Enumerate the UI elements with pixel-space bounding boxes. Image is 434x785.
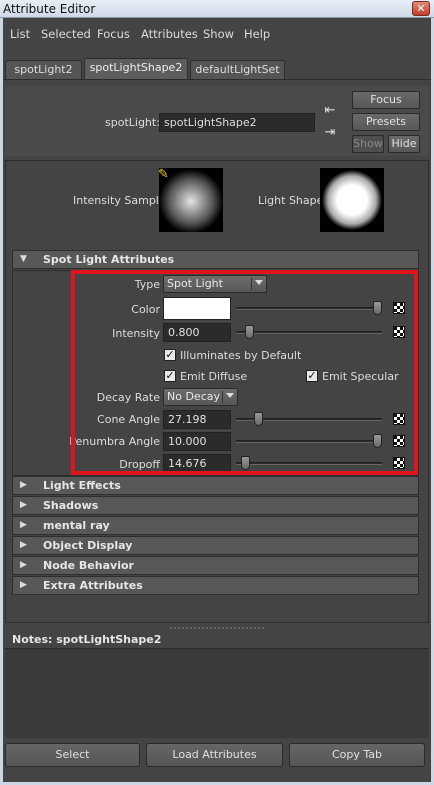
node-name-area: spotLight: spotLightShape2 ⇤ ⇥ Focus Pre… — [5, 86, 429, 156]
tab-spotlight2[interactable]: spotLight2 — [5, 60, 82, 80]
menu-bar: List Selected Focus Attributes Show Help — [3, 19, 431, 49]
menu-list[interactable]: List — [10, 27, 30, 41]
select-button[interactable]: Select — [5, 743, 140, 767]
light-shape-label: Light Shape — [258, 194, 324, 207]
section-title: Light Effects — [43, 479, 121, 492]
expand-arrow-icon: ▶ — [20, 560, 27, 570]
notes-textarea[interactable] — [5, 648, 429, 738]
copy-tab-button[interactable]: Copy Tab — [289, 743, 425, 767]
load-attributes-button[interactable]: Load Attributes — [146, 743, 283, 767]
show-button[interactable]: Show — [352, 135, 384, 153]
node-name-field[interactable]: spotLightShape2 — [159, 113, 315, 132]
hide-button[interactable]: Hide — [388, 135, 420, 153]
node-behavior-header[interactable]: ▶ Node Behavior — [12, 556, 419, 575]
intensity-sample-label: Intensity Sample — [73, 194, 166, 207]
mental-ray-header[interactable]: ▶ mental ray — [12, 516, 419, 535]
window-title: Attribute Editor — [3, 2, 96, 16]
menu-show[interactable]: Show — [203, 27, 234, 41]
section-title: mental ray — [43, 519, 110, 532]
title-bar: Attribute Editor ✕ — [0, 0, 434, 18]
section-title: Extra Attributes — [43, 579, 143, 592]
close-icon[interactable]: ✕ — [412, 1, 430, 16]
tab-bar: spotLight2 spotLightShape2 defaultLightS… — [3, 58, 431, 80]
light-shape-swatch — [320, 168, 384, 232]
section-title: Node Behavior — [43, 559, 134, 572]
expand-arrow-icon: ▶ — [20, 540, 27, 550]
presets-button[interactable]: Presets — [352, 113, 420, 131]
section-title: Spot Light Attributes — [43, 253, 175, 266]
tab-spotlightshape2[interactable]: spotLightShape2 — [84, 58, 188, 80]
output-connection-icon[interactable]: ⇥ — [323, 126, 337, 140]
extra-attributes-header[interactable]: ▶ Extra Attributes — [12, 576, 419, 595]
splitter-handle[interactable] — [170, 627, 264, 630]
node-type-label: spotLight: — [105, 116, 160, 129]
spot-light-attributes-header[interactable]: ▼ Spot Light Attributes — [12, 250, 419, 269]
collapse-arrow-icon: ▼ — [20, 254, 27, 264]
highlight-rectangle — [71, 270, 418, 475]
section-title: Shadows — [43, 499, 99, 512]
focus-button[interactable]: Focus — [352, 91, 420, 109]
expand-arrow-icon: ▶ — [20, 580, 27, 590]
light-effects-header[interactable]: ▶ Light Effects — [12, 476, 419, 495]
section-title: Object Display — [43, 539, 133, 552]
shadows-header[interactable]: ▶ Shadows — [12, 496, 419, 515]
menu-help[interactable]: Help — [244, 27, 270, 41]
expand-arrow-icon: ▶ — [20, 520, 27, 530]
menu-attributes[interactable]: Attributes — [141, 27, 198, 41]
expand-arrow-icon: ▶ — [20, 500, 27, 510]
tab-underline — [3, 79, 431, 80]
object-display-header[interactable]: ▶ Object Display — [12, 536, 419, 555]
input-connection-icon[interactable]: ⇤ — [323, 104, 337, 118]
notes-label: Notes: spotLightShape2 — [12, 633, 162, 646]
tab-defaultlightset[interactable]: defaultLightSet — [190, 60, 285, 80]
menu-selected[interactable]: Selected — [41, 27, 91, 41]
menu-focus[interactable]: Focus — [97, 27, 130, 41]
pin-icon[interactable]: ✎ — [158, 167, 169, 182]
expand-arrow-icon: ▶ — [20, 480, 27, 490]
